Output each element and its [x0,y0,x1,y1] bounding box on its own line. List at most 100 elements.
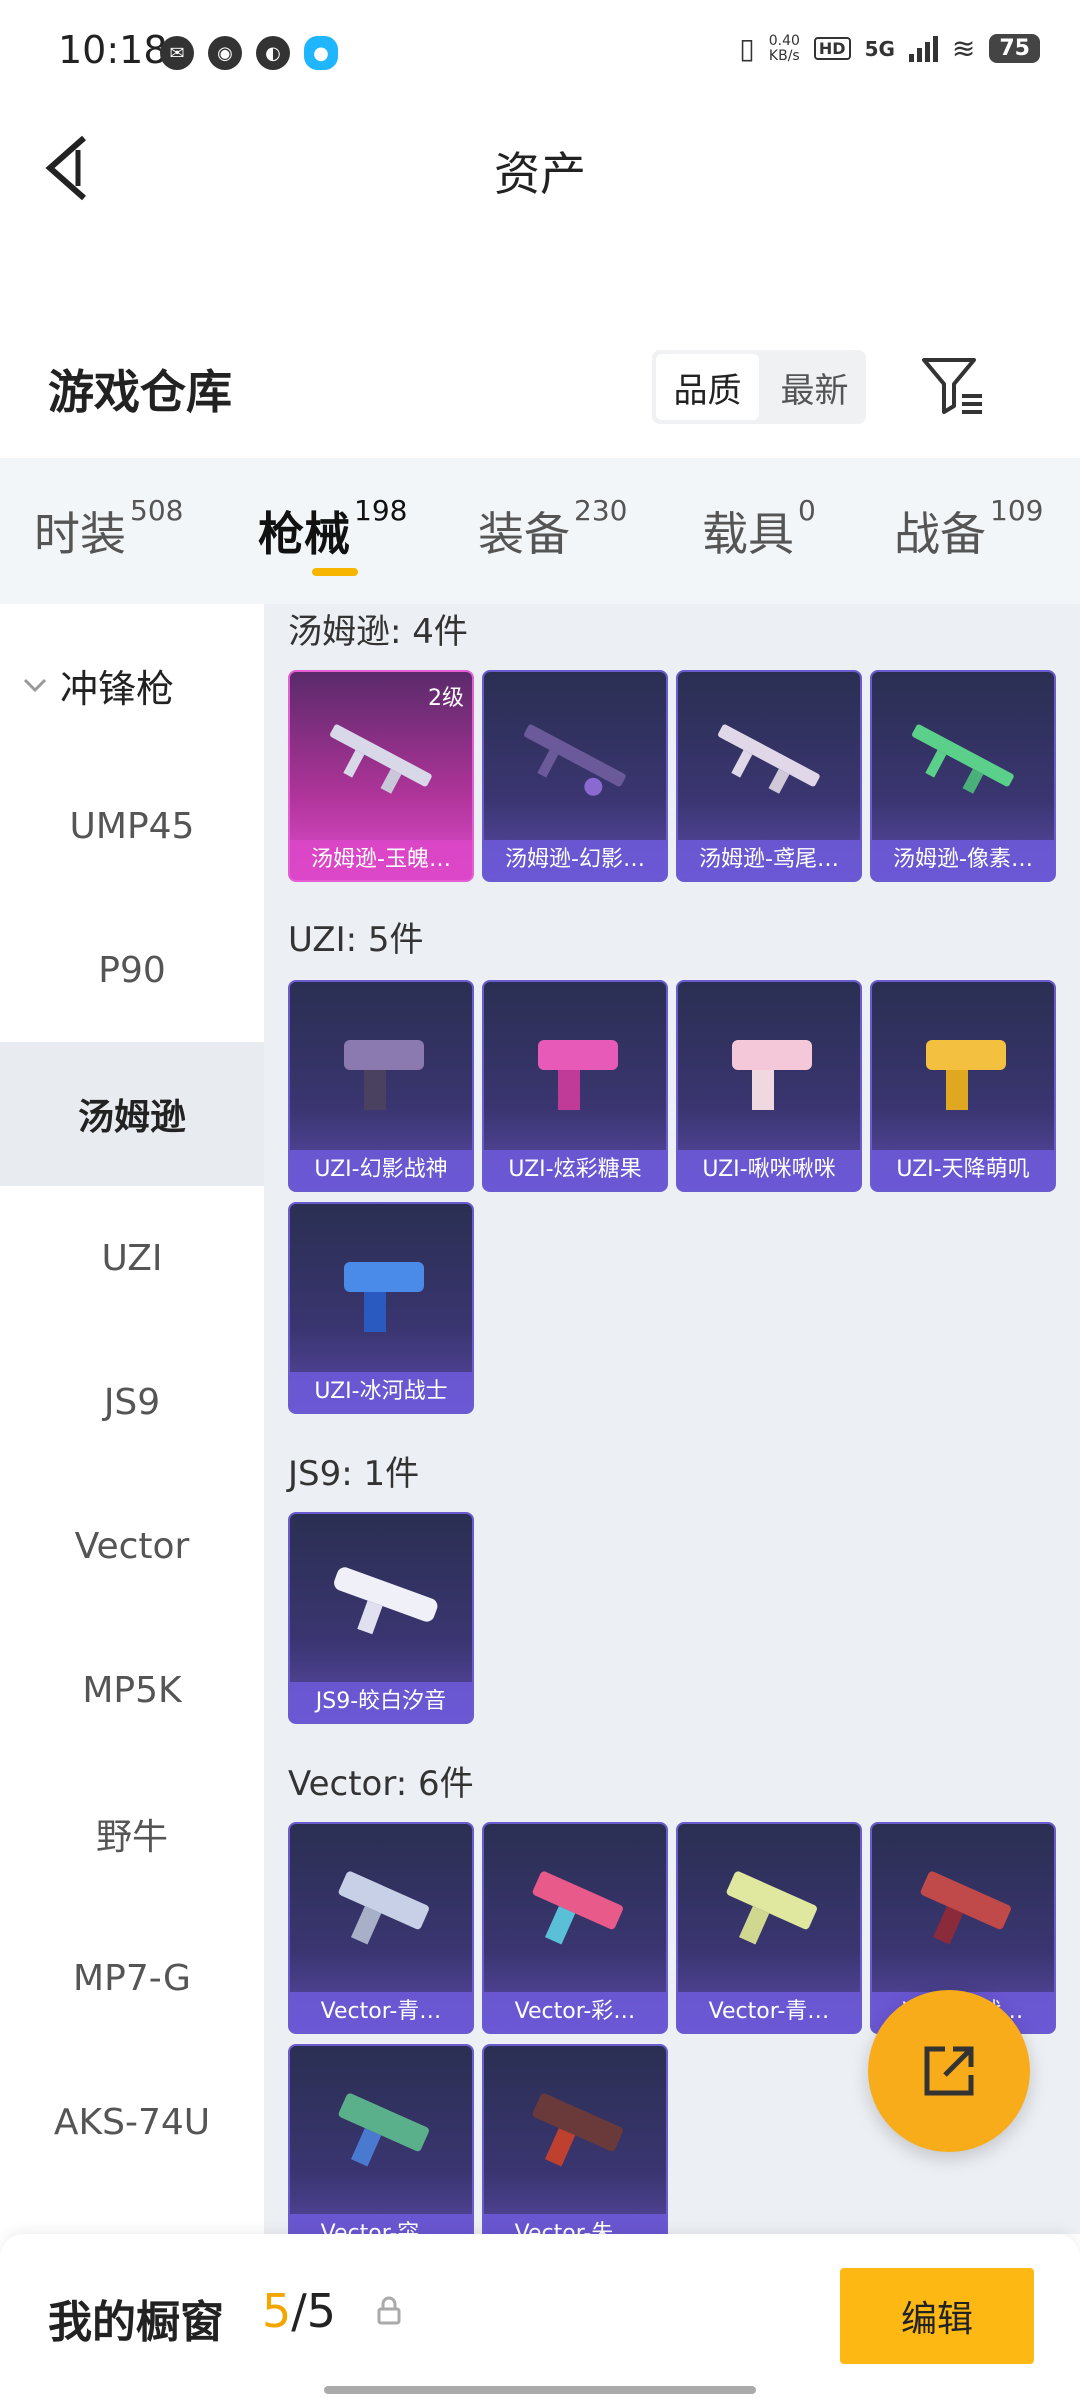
item-card[interactable]: UZI-幻影战神 [288,980,474,1192]
item-card[interactable]: Vector-青… [676,1822,862,2034]
item-card[interactable]: UZI-冰河战士 [288,1202,474,1414]
share-external-icon [924,2046,974,2096]
edit-button[interactable]: 编辑 [840,2268,1034,2364]
weapon-image [344,1040,424,1110]
item-name: Vector-彩… [484,1992,666,2032]
item-name: UZI-幻影战神 [290,1150,472,1190]
sidebar-item-aks74u[interactable]: AKS-74U [0,2050,264,2194]
notification-icons: ✉ ◉ ◐ ● [160,36,338,70]
item-name: JS9-皎白汐音 [290,1682,472,1722]
tab-label: 时装 [34,507,126,561]
item-name: Vector-青… [678,1992,860,2032]
showcase-label: 我的橱窗 [48,2297,224,2348]
weapon-image [338,2093,429,2167]
tab-label: 装备 [478,507,570,561]
filter-button[interactable] [918,350,988,420]
filter-icon [922,358,982,414]
tab-vehicles[interactable]: 载具 0 [702,494,816,564]
sidebar-group-smg[interactable]: 冲锋枪 [0,650,264,720]
sidebar-item-bizon[interactable]: 野牛 [0,1762,264,1906]
tab-supplies[interactable]: 战备 109 [894,494,1043,564]
weapon-image [334,1567,438,1635]
item-card[interactable]: 汤姆逊-鸢尾… [676,670,862,882]
sidebar-item-ump45[interactable]: UMP45 [0,754,264,898]
sidebar-group-label: 冲锋枪 [60,666,175,711]
lock-icon [377,2296,401,2325]
weapon-image [524,724,626,796]
sidebar-item-p90[interactable]: P90 [0,898,264,1042]
tab-equipment[interactable]: 装备 230 [478,494,627,564]
showcase-total: 5 [306,2284,337,2338]
item-card[interactable]: 2级 汤姆逊-玉魄… [288,670,474,882]
tab-count: 198 [354,494,408,527]
item-name: 汤姆逊-幻影… [484,840,666,880]
system-icons: ▯ 0.40 KB/s HD 5G ≋ 75 [739,32,1040,65]
sort-toggle: 品质 最新 [652,350,866,424]
music-icon: ◉ [208,36,242,70]
category-tabs: 时装 508 枪械 198 装备 230 载具 0 战备 109 [0,458,1080,604]
level-badge: 2级 [428,686,464,711]
item-card[interactable]: 汤姆逊-像素… [870,670,1056,882]
network-type: 5G [864,36,895,61]
item-card[interactable]: UZI-炫彩糖果 [482,980,668,1192]
item-card[interactable]: Vector-彩… [482,1822,668,2034]
tab-label: 枪械 [258,507,350,561]
item-name: Vector-青… [290,1992,472,2032]
sidebar-item-vector[interactable]: Vector [0,1474,264,1618]
weapon-image [532,1871,623,1945]
signal-icon [908,35,938,62]
tab-count: 109 [990,494,1044,527]
showcase-count: 5/5 [262,2284,336,2338]
weapon-image [926,1040,1006,1110]
item-card[interactable]: Vector-朱… [482,2044,668,2234]
wifi-icon: ≋ [951,32,976,65]
tab-count: 0 [798,494,816,527]
section-title-js9: JS9: 1件 [288,1454,420,1494]
sidebar-item-mp7g[interactable]: MP7-G [0,1906,264,2050]
share-button[interactable] [868,1990,1030,2152]
item-name: Vector-朱… [484,2214,666,2234]
warehouse-title: 游戏仓库 [48,365,232,419]
home-indicator[interactable] [324,2386,756,2394]
sidebar-item-uzi[interactable]: UZI [0,1186,264,1330]
net-speed: 0.40 KB/s [768,32,800,64]
item-name: Vector-突… [290,2214,472,2234]
tab-fashion[interactable]: 时装 508 [34,494,183,564]
weapon-image [718,724,820,794]
tab-label: 战备 [894,507,986,561]
sort-latest[interactable]: 最新 [763,350,866,424]
item-card[interactable]: JS9-皎白汐音 [288,1512,474,1724]
weapon-image [538,1040,618,1110]
item-name: 汤姆逊-像素… [872,840,1054,880]
sidebar-item-thompson[interactable]: 汤姆逊 [0,1042,264,1186]
tab-count: 230 [574,494,628,527]
chevron-down-icon [23,678,47,693]
vibrate-icon: ▯ [739,32,755,65]
showcase-bar: 我的橱窗 5/5 编辑 [0,2234,1080,2400]
sidebar-item-mp5k[interactable]: MP5K [0,1618,264,1762]
item-card[interactable]: Vector-突… [288,2044,474,2234]
item-name: UZI-冰河战士 [290,1372,472,1412]
weapon-image [912,724,1014,794]
sidebar-item-js9[interactable]: JS9 [0,1330,264,1474]
weapon-sidebar: 冲锋枪 UMP45 P90 汤姆逊 UZI JS9 Vector MP5K 野牛… [0,604,264,2234]
item-name: 汤姆逊-鸢尾… [678,840,860,880]
tab-label: 载具 [702,507,794,561]
showcase-current: 5 [262,2284,292,2338]
item-name: UZI-天降萌叽 [872,1150,1054,1190]
sort-quality[interactable]: 品质 [656,354,759,420]
item-card[interactable]: Vector-青… [288,1822,474,2034]
item-card[interactable]: 汤姆逊-幻影… [482,670,668,882]
showcase-separator: / [291,2284,307,2338]
item-card[interactable]: UZI-天降萌叽 [870,980,1056,1192]
section-title-vector: Vector: 6件 [288,1764,474,1804]
tab-firearms[interactable]: 枪械 198 [258,494,407,564]
item-card[interactable]: UZI-啾咪啾咪 [676,980,862,1192]
net-speed-value: 0.40 [768,32,800,49]
page-title: 资产 [494,147,586,201]
status-time: 10:18 [58,28,168,72]
weapon-image [344,1262,424,1332]
net-speed-unit: KB/s [768,47,800,64]
item-name: 汤姆逊-玉魄… [290,840,472,880]
section-title-thompson: 汤姆逊: 4件 [288,612,468,652]
